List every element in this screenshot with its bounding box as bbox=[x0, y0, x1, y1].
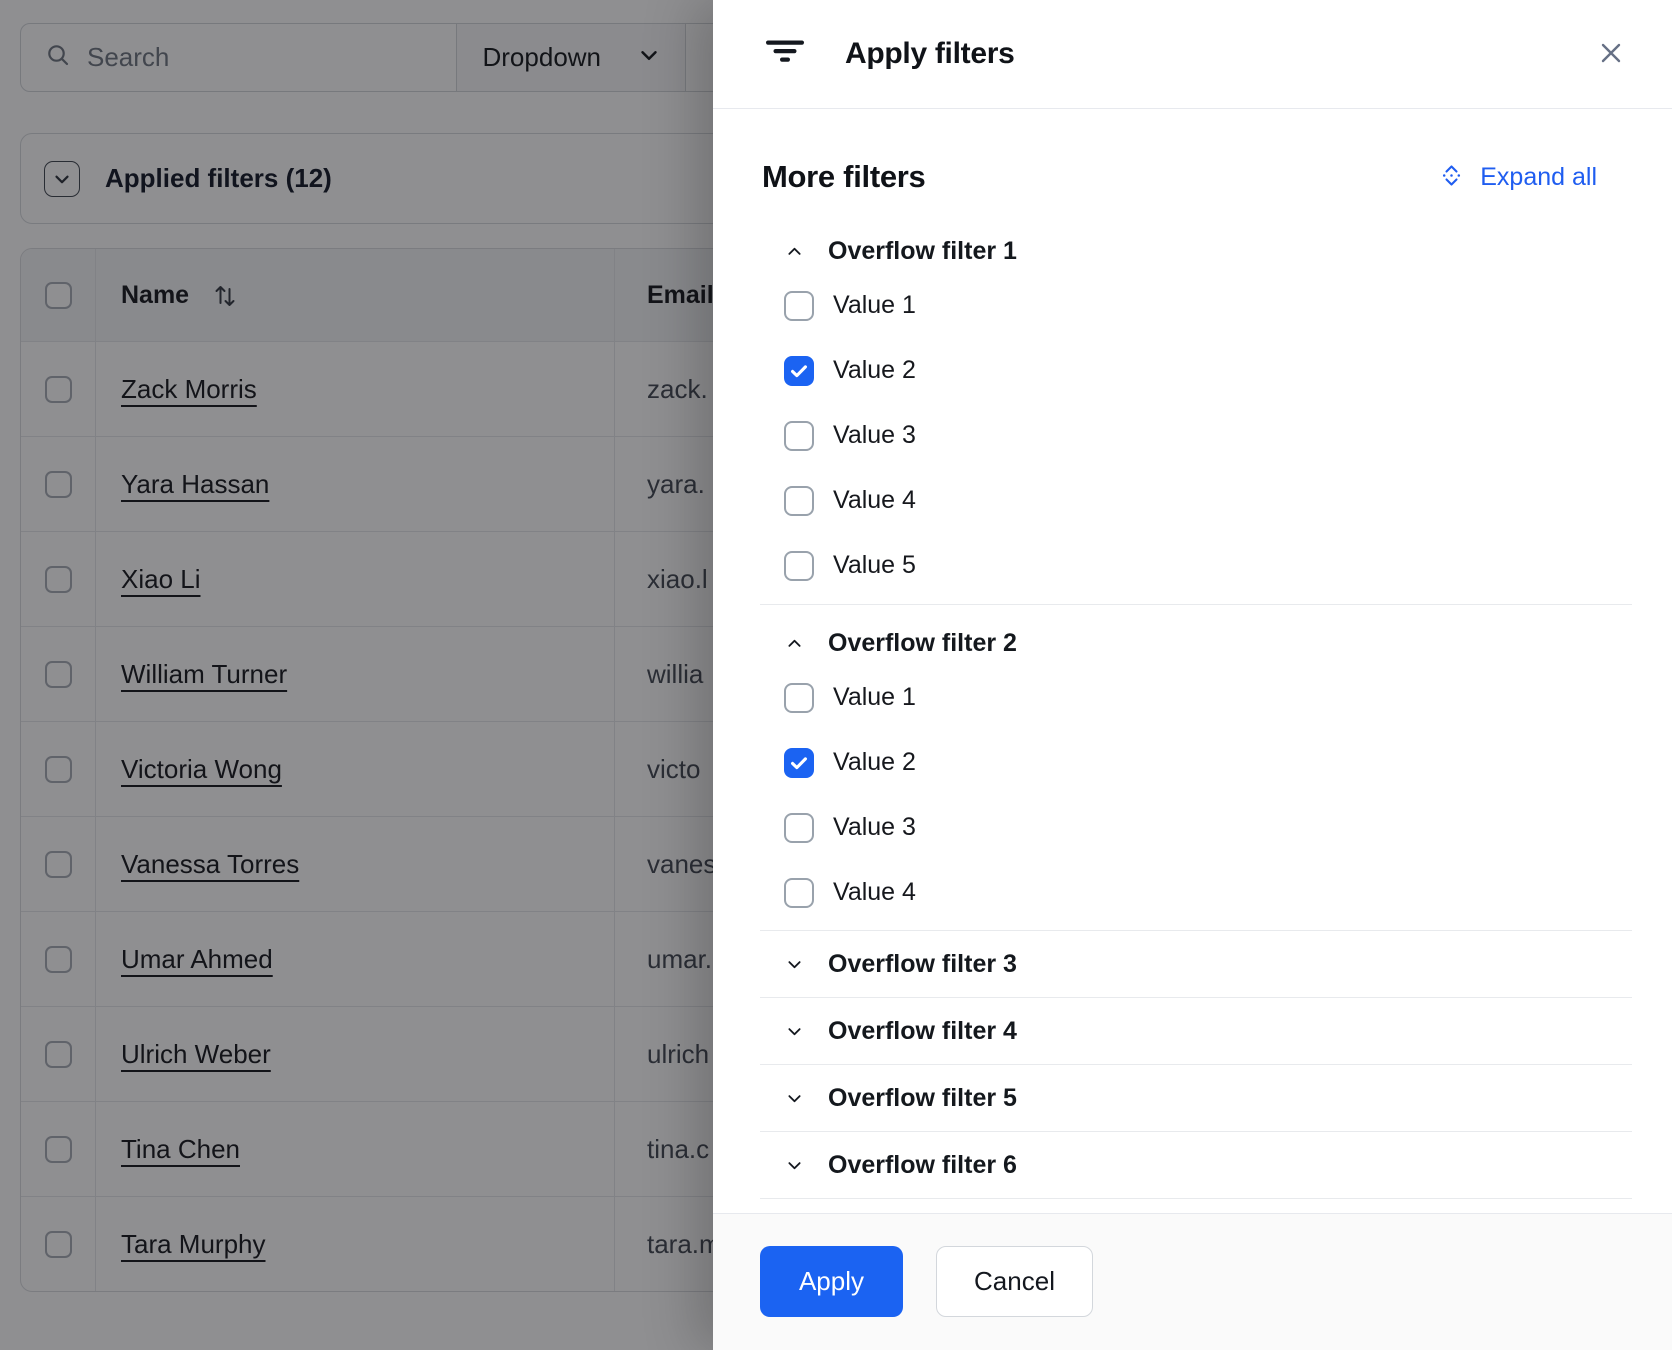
filter-section-header-collapsed[interactable]: Overflow filter 4 bbox=[760, 998, 1632, 1065]
filter-value-label: Value 3 bbox=[833, 813, 916, 842]
unchecked-checkbox[interactable] bbox=[784, 291, 814, 321]
filter-value-label: Value 5 bbox=[833, 551, 916, 580]
filter-value-label: Value 4 bbox=[833, 486, 916, 515]
filter-value-label: Value 2 bbox=[833, 748, 916, 777]
unchecked-checkbox[interactable] bbox=[784, 813, 814, 843]
filter-section-header[interactable]: Overflow filter 1 bbox=[760, 229, 1632, 273]
expand-all-icon bbox=[1440, 164, 1463, 190]
expand-all-label: Expand all bbox=[1480, 163, 1597, 192]
panel-body: More filters Expand all Overflow fil bbox=[713, 109, 1672, 1213]
filter-icon bbox=[765, 40, 805, 68]
filter-value-row[interactable]: Value 4 bbox=[760, 860, 1632, 925]
close-icon bbox=[1599, 41, 1623, 65]
filter-value-label: Value 3 bbox=[833, 421, 916, 450]
filter-value-label: Value 1 bbox=[833, 291, 916, 320]
filter-value-row[interactable]: Value 5 bbox=[760, 533, 1632, 598]
filter-value-row[interactable]: Value 1 bbox=[760, 665, 1632, 730]
chevron-down-icon bbox=[785, 1156, 804, 1175]
chevron-up-icon bbox=[785, 634, 804, 653]
filter-value-row[interactable]: Value 2 bbox=[760, 338, 1632, 403]
panel-footer: Apply Cancel bbox=[713, 1213, 1672, 1350]
filter-section-header-collapsed[interactable]: Overflow filter 5 bbox=[760, 1065, 1632, 1132]
checked-checkbox[interactable] bbox=[784, 748, 814, 778]
unchecked-checkbox[interactable] bbox=[784, 486, 814, 516]
app-root: Search Dropdown Applied filters (12) bbox=[0, 0, 1672, 1350]
panel-header: Apply filters bbox=[713, 0, 1672, 109]
filter-section-header-collapsed[interactable]: Overflow filter 6 bbox=[760, 1132, 1632, 1199]
chevron-down-icon bbox=[785, 1022, 804, 1041]
chevron-down-icon bbox=[785, 1089, 804, 1108]
more-filters-heading: More filters bbox=[762, 159, 926, 195]
filter-section-title: Overflow filter 6 bbox=[828, 1151, 1017, 1180]
filter-value-row[interactable]: Value 1 bbox=[760, 273, 1632, 338]
unchecked-checkbox[interactable] bbox=[784, 551, 814, 581]
chevron-up-icon bbox=[785, 242, 804, 261]
unchecked-checkbox[interactable] bbox=[784, 878, 814, 908]
filter-sections: Overflow filter 1 Value 1 Value 2 Value 3 Va… bbox=[760, 229, 1632, 1199]
filter-section-title: Overflow filter 4 bbox=[828, 1017, 1017, 1046]
section-divider bbox=[760, 604, 1632, 605]
unchecked-checkbox[interactable] bbox=[784, 683, 814, 713]
close-button[interactable] bbox=[1596, 38, 1626, 68]
filter-section-title: Overflow filter 3 bbox=[828, 950, 1017, 979]
filter-section-header[interactable]: Overflow filter 2 bbox=[760, 621, 1632, 665]
filter-value-label: Value 2 bbox=[833, 356, 916, 385]
chevron-down-icon bbox=[785, 955, 804, 974]
filter-value-row[interactable]: Value 3 bbox=[760, 403, 1632, 468]
filter-value-label: Value 4 bbox=[833, 878, 916, 907]
more-filters-row: More filters Expand all bbox=[760, 151, 1632, 203]
filter-value-row[interactable]: Value 2 bbox=[760, 730, 1632, 795]
filter-value-label: Value 1 bbox=[833, 683, 916, 712]
panel-title: Apply filters bbox=[845, 37, 1014, 71]
filter-value-row[interactable]: Value 3 bbox=[760, 795, 1632, 860]
filter-section-header-collapsed[interactable]: Overflow filter 3 bbox=[760, 931, 1632, 998]
apply-button[interactable]: Apply bbox=[760, 1246, 903, 1317]
unchecked-checkbox[interactable] bbox=[784, 421, 814, 451]
filter-section-title: Overflow filter 5 bbox=[828, 1084, 1017, 1113]
apply-filters-panel: Apply filters More filters bbox=[713, 0, 1672, 1350]
filter-value-row[interactable]: Value 4 bbox=[760, 468, 1632, 533]
filter-section-title: Overflow filter 2 bbox=[828, 629, 1017, 658]
expand-all-link[interactable]: Expand all bbox=[1440, 163, 1597, 192]
checked-checkbox[interactable] bbox=[784, 356, 814, 386]
cancel-button[interactable]: Cancel bbox=[936, 1246, 1093, 1317]
filter-section-title: Overflow filter 1 bbox=[828, 237, 1017, 266]
